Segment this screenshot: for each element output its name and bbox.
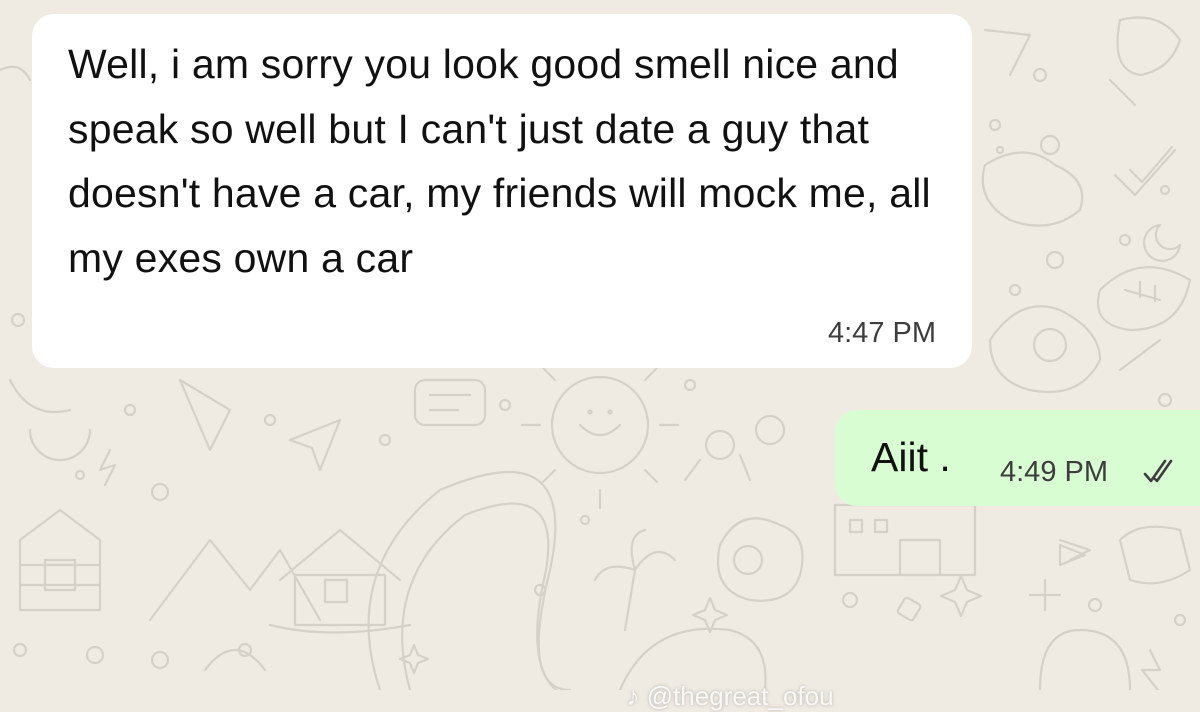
watermark: ♪ @thegreat_ofou	[612, 650, 834, 712]
cap-doodle-icon	[1116, 16, 1182, 77]
rocket-doodle-icon	[178, 378, 232, 452]
paper-plane-doodle-icon	[288, 418, 342, 472]
incoming-message-text: Well, i am sorry you look good smell nic…	[68, 41, 943, 281]
check-doodle-icon	[1113, 145, 1177, 197]
lightning-doodle-icon	[98, 448, 117, 487]
moon-doodle-icon-2	[1143, 223, 1182, 262]
egg-doodle-icon	[716, 517, 804, 602]
lifebuoy-doodle-icon	[988, 305, 1102, 394]
watermark-text: @thegreat_ofou	[646, 681, 834, 711]
bag-doodle-icon	[1038, 628, 1132, 690]
music-note-icon: ♪	[626, 681, 647, 711]
teacup-doodle-icon	[981, 151, 1084, 227]
sparkle-doodle-icon	[691, 596, 729, 634]
plus-doodle-icon	[1028, 578, 1062, 612]
moon-doodle-icon	[28, 428, 92, 462]
football-doodle-icon	[1096, 266, 1192, 332]
incoming-message-time: 4:47 PM	[828, 317, 936, 349]
tray-doodle-icon	[1118, 525, 1192, 585]
speech-bubble-doodle-icon	[413, 378, 487, 427]
kite-doodle-icon	[983, 28, 1032, 77]
outgoing-message-bubble[interactable]: Aiit . 4:49 PM	[835, 410, 1200, 506]
lightning-doodle-icon-2	[1140, 648, 1162, 690]
incoming-message-bubble[interactable]: Well, i am sorry you look good smell nic…	[32, 14, 972, 368]
cabin-doodle-icon	[18, 508, 102, 612]
outgoing-message-text: Aiit .	[871, 434, 951, 480]
building-doodle-icon	[833, 503, 977, 577]
outgoing-message-time: 4:49 PM	[1000, 456, 1108, 488]
star-doodle-icon	[939, 574, 983, 618]
dot-doodle-icon	[123, 403, 137, 417]
leaf-doodle-icon	[8, 378, 72, 414]
double-check-icon	[1143, 459, 1173, 483]
palm-doodle-icon	[593, 528, 677, 632]
